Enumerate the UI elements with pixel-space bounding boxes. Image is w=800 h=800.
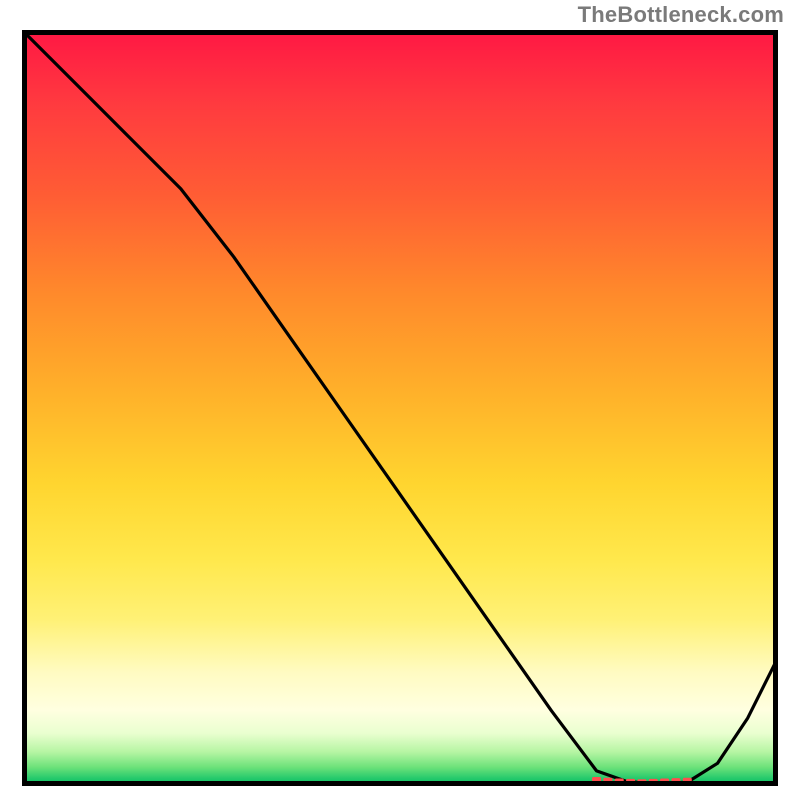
watermark-text: TheBottleneck.com xyxy=(578,2,784,28)
curve-line xyxy=(22,30,778,784)
plot-area xyxy=(22,30,778,786)
marker-point xyxy=(671,778,680,786)
marker-point xyxy=(649,779,658,786)
marker-point xyxy=(603,778,612,786)
marker-point xyxy=(660,778,669,786)
marker-point xyxy=(626,779,635,786)
chart-svg xyxy=(22,30,778,786)
marker-point xyxy=(592,777,601,786)
plot-border xyxy=(22,30,778,786)
marker-point xyxy=(683,778,692,786)
marker-point xyxy=(615,778,624,786)
bottom-marker-series xyxy=(592,777,692,786)
chart-container: TheBottleneck.com xyxy=(0,0,800,800)
marker-point xyxy=(637,779,646,786)
